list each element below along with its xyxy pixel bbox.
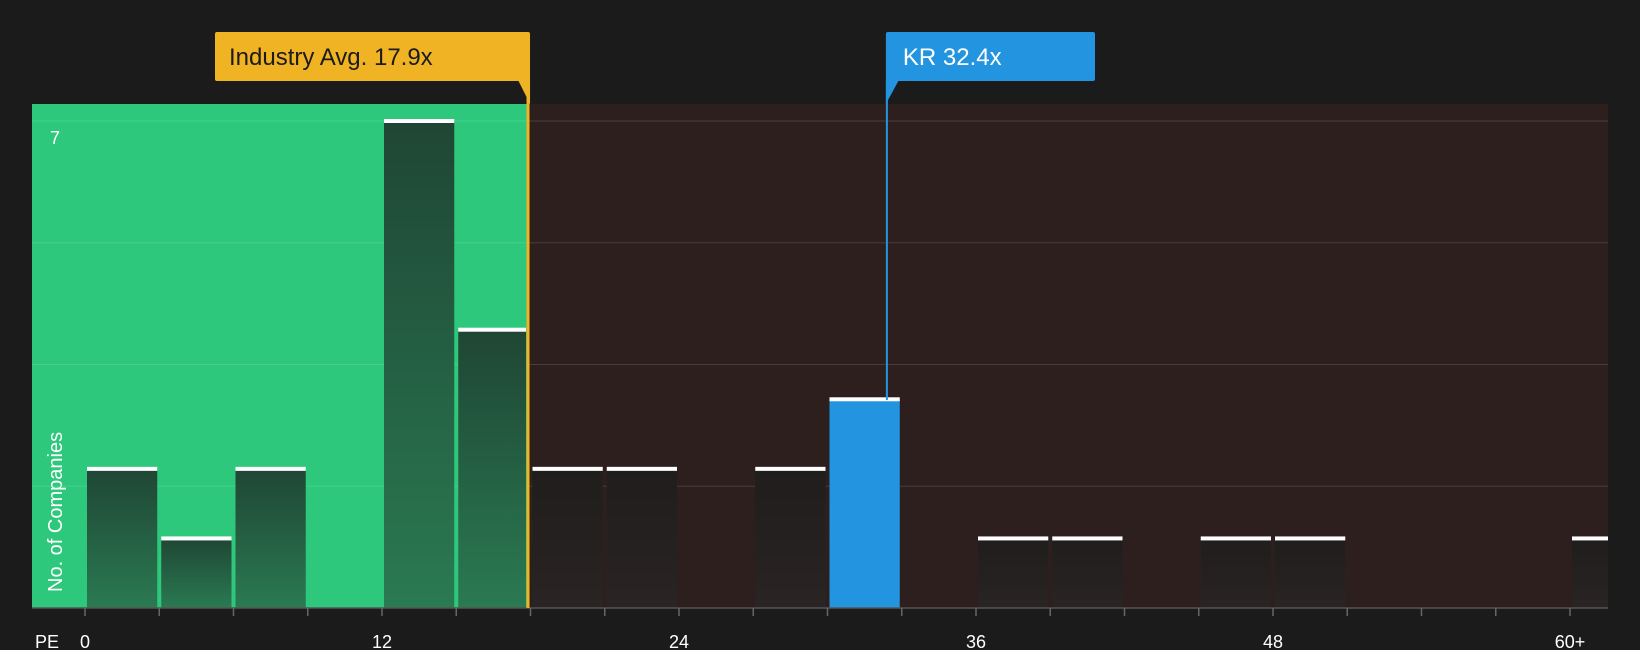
bar-cap xyxy=(1200,536,1271,541)
x-tick-label: 60+ xyxy=(1555,632,1586,650)
histogram-bar xyxy=(532,468,603,608)
bar-cap xyxy=(1275,536,1346,541)
bar-cap xyxy=(755,466,826,471)
histogram-bar xyxy=(384,121,455,608)
x-tick-label: 0 xyxy=(80,632,90,650)
histogram-bar xyxy=(87,468,158,608)
histogram-bar xyxy=(235,468,306,608)
kr-label: KR 32.4x xyxy=(903,44,1002,71)
industry-avg-label: Industry Avg. 17.9x xyxy=(229,44,433,71)
x-axis-label: PE xyxy=(35,632,59,650)
bar-cap xyxy=(384,119,455,123)
y-axis-label: No. of Companies xyxy=(45,432,67,592)
histogram-bar xyxy=(978,538,1049,608)
bar-cap xyxy=(87,466,158,471)
bar-cap xyxy=(829,397,900,402)
histogram-bar xyxy=(1275,538,1346,608)
bar-cap xyxy=(532,466,603,471)
x-tick-label: 36 xyxy=(966,632,986,650)
pe-distribution-chart: 0 12 24 36 48 60+ Industry Avg. 17.9x KR 32.4x… xyxy=(32,32,1608,650)
histogram-bar xyxy=(829,399,900,608)
bar-cap xyxy=(161,536,232,541)
bar-cap xyxy=(458,327,527,332)
histogram-bar xyxy=(606,468,677,608)
histogram-bar xyxy=(458,329,527,608)
histogram-bar xyxy=(755,468,826,608)
x-tick-label: 12 xyxy=(372,632,392,650)
x-tick-label: 24 xyxy=(669,632,689,650)
above-average-region xyxy=(528,104,1608,608)
histogram-bar xyxy=(1052,538,1123,608)
histogram-bar xyxy=(161,538,232,608)
bar-cap xyxy=(978,536,1049,541)
bar-cap xyxy=(1572,536,1608,541)
x-tick-label: 48 xyxy=(1263,632,1283,650)
bar-cap xyxy=(1052,536,1123,541)
y-max-label: 7 xyxy=(50,128,60,148)
bar-cap xyxy=(606,466,677,471)
industry-avg-pointer xyxy=(518,80,531,104)
histogram-bar xyxy=(1572,538,1608,608)
bar-cap xyxy=(235,466,306,471)
histogram-bar xyxy=(1200,538,1271,608)
